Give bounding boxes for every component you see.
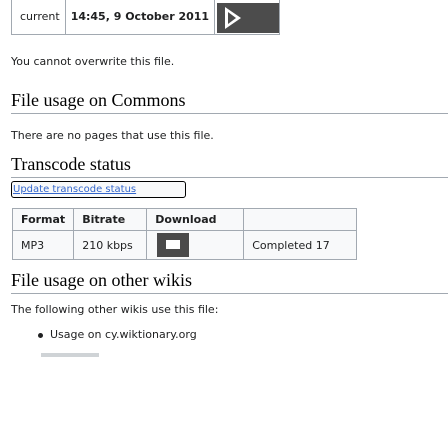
sub-list-fragment	[41, 353, 99, 357]
overwrite-note: You cannot overwrite this file.	[11, 55, 175, 68]
update-transcode-button[interactable]: Update transcode status	[11, 181, 186, 198]
list-item-label: Usage on cy.wiktionary.org	[50, 328, 197, 341]
download-icon[interactable]	[157, 233, 190, 257]
cell-bitrate: 210 kbps	[73, 230, 148, 260]
column-header-format: Format	[11, 208, 75, 231]
cell-format: MP3	[11, 230, 75, 260]
audio-file-icon	[217, 2, 280, 33]
transcode-heading: Transcode status	[11, 153, 448, 178]
commons-usage-text: There are no pages that use this file.	[11, 129, 214, 142]
transcode-table: Format Bitrate Download MP3 210 kbps Com…	[11, 208, 358, 260]
transcode-header-row: Format Bitrate Download	[11, 208, 358, 231]
file-history-row: current 14:45, 9 October 2011	[11, 0, 281, 35]
history-thumbnail[interactable]	[214, 0, 281, 35]
history-datetime-link[interactable]: 14:45, 9 October 2011	[64, 0, 216, 35]
cell-status: Completed 17	[243, 230, 358, 260]
history-current-label: current	[11, 0, 66, 35]
commons-usage-heading: File usage on Commons	[11, 89, 448, 114]
table-row: MP3 210 kbps Completed 17	[11, 230, 358, 260]
other-wikis-list: Usage on cy.wiktionary.org	[38, 328, 197, 341]
cell-download	[146, 230, 245, 260]
column-header-status	[243, 208, 358, 231]
column-header-download: Download	[146, 208, 245, 231]
column-header-bitrate: Bitrate	[73, 208, 148, 231]
bullet-icon	[38, 333, 43, 338]
file-history-table: current 14:45, 9 October 2011	[11, 0, 281, 35]
list-item[interactable]: Usage on cy.wiktionary.org	[38, 328, 197, 341]
other-wikis-text: The following other wikis use this file:	[11, 303, 219, 316]
other-wikis-heading: File usage on other wikis	[11, 269, 448, 294]
